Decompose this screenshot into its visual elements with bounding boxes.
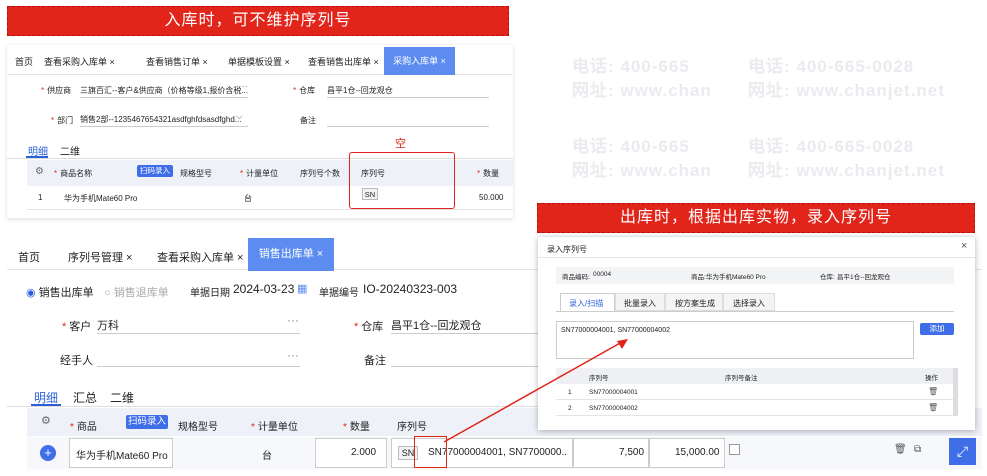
arrow-annotation bbox=[443, 339, 628, 443]
